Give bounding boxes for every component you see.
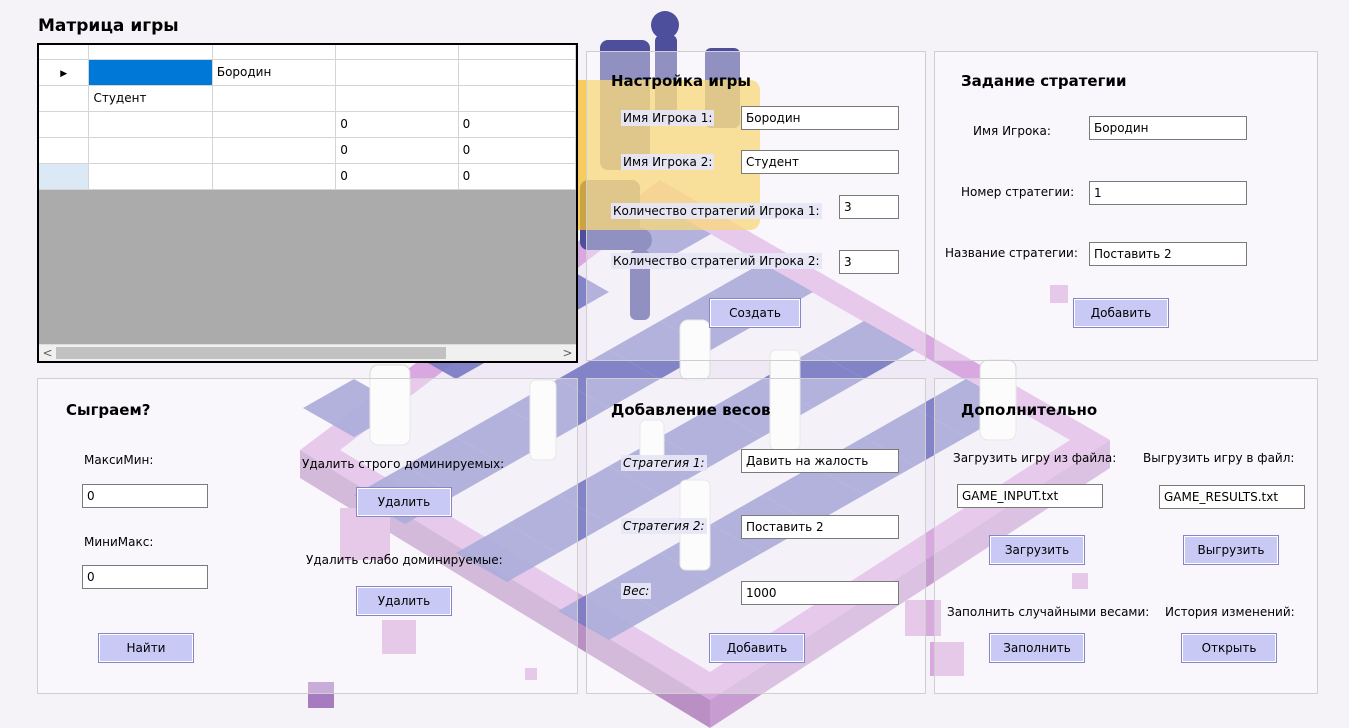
minimax-label: МиниМакс:: [84, 535, 154, 549]
strategy-title: Задание стратегии: [961, 72, 1127, 90]
column-header[interactable]: [458, 45, 576, 60]
table-cell[interactable]: [458, 85, 576, 112]
strategy1-input[interactable]: [741, 449, 899, 473]
strategy2-input[interactable]: [741, 515, 899, 539]
save-file-input[interactable]: [1159, 485, 1305, 509]
table-cell[interactable]: 0: [458, 163, 576, 190]
scroll-left-icon[interactable]: <: [39, 345, 56, 361]
table-row[interactable]: 0 0: [39, 137, 576, 164]
weights-title: Добавление весов: [611, 401, 771, 419]
column-header[interactable]: [88, 45, 213, 60]
history-open-button[interactable]: Открыть: [1181, 633, 1277, 663]
scroll-right-icon[interactable]: >: [559, 345, 576, 361]
table-cell[interactable]: [88, 137, 213, 164]
row-header[interactable]: [39, 163, 90, 190]
table-row[interactable]: Студент: [39, 85, 576, 112]
load-button[interactable]: Загрузить: [989, 535, 1085, 565]
strategy-name-input[interactable]: [1089, 242, 1247, 266]
column-header[interactable]: [212, 45, 337, 60]
table-row[interactable]: 0 0: [39, 111, 576, 138]
maximin-output[interactable]: [82, 484, 208, 508]
table-row[interactable]: ▶ Бородин: [39, 59, 576, 86]
play-title: Сыграем?: [66, 401, 151, 419]
find-button[interactable]: Найти: [98, 633, 194, 663]
row-pointer-icon: ▶: [60, 69, 68, 79]
matrix-table[interactable]: ▶ Бородин Студент 0 0 0 0 0 0: [39, 45, 576, 190]
table-cell[interactable]: Бородин: [212, 59, 337, 86]
matrix-header-row: [39, 45, 576, 60]
table-cell[interactable]: [212, 137, 337, 164]
strategy-number-label: Номер стратегии:: [961, 185, 1075, 199]
row-header[interactable]: ▶: [39, 59, 90, 86]
player2-label: Имя Игрока 2:: [621, 154, 715, 170]
fill-random-label: Заполнить случайными весами:: [947, 605, 1150, 619]
strategies2-input[interactable]: [839, 250, 899, 274]
row-header[interactable]: [39, 111, 90, 138]
play-panel: Сыграем? МаксиМин: МиниМакс: Найти Удали…: [37, 378, 578, 694]
table-cell[interactable]: [212, 85, 337, 112]
strategy-name-label: Название стратегии:: [945, 246, 1078, 260]
table-cell[interactable]: 0: [458, 111, 576, 138]
table-cell[interactable]: 0: [335, 111, 459, 138]
strategies1-input[interactable]: [839, 195, 899, 219]
save-button[interactable]: Выгрузить: [1183, 535, 1279, 565]
weak-dominated-label: Удалить слабо доминируемые:: [306, 553, 503, 567]
weight-input[interactable]: [741, 581, 899, 605]
strategy-player-label: Имя Игрока:: [973, 124, 1051, 138]
load-file-label: Загрузить игру из файла:: [953, 451, 1117, 465]
table-cell[interactable]: [212, 163, 337, 190]
table-cell[interactable]: [88, 59, 213, 86]
player1-name-input[interactable]: [741, 106, 899, 130]
corner-header-cell[interactable]: [39, 45, 90, 60]
fill-button[interactable]: Заполнить: [989, 633, 1085, 663]
horizontal-scrollbar[interactable]: < >: [39, 344, 576, 361]
game-setup-title: Настройка игры: [611, 72, 751, 90]
table-cell[interactable]: [88, 163, 213, 190]
weights-panel: Добавление весов Стратегия 1: Стратегия …: [586, 378, 926, 694]
row-header[interactable]: [39, 137, 90, 164]
history-label: История изменений:: [1165, 605, 1295, 619]
table-cell[interactable]: 0: [335, 137, 459, 164]
maximin-label: МаксиМин:: [84, 453, 154, 467]
column-header[interactable]: [335, 45, 459, 60]
delete-strict-button[interactable]: Удалить: [356, 487, 452, 517]
weights-add-button[interactable]: Добавить: [709, 633, 805, 663]
weight-label: Вес:: [621, 583, 652, 599]
table-cell[interactable]: 0: [458, 137, 576, 164]
game-setup-panel: Настройка игры Имя Игрока 1: Имя Игрока …: [586, 51, 926, 361]
strategies1-label: Количество стратегий Игрока 1:: [611, 203, 822, 219]
strategy1-label: Стратегия 1:: [621, 455, 707, 471]
game-matrix-title: Матрица игры: [38, 16, 179, 36]
player2-name-input[interactable]: [741, 150, 899, 174]
player1-label: Имя Игрока 1:: [621, 110, 715, 126]
table-cell[interactable]: [335, 85, 459, 112]
table-row[interactable]: 0 0: [39, 163, 576, 190]
delete-weak-button[interactable]: Удалить: [356, 586, 452, 616]
table-cell[interactable]: [335, 59, 459, 86]
create-button[interactable]: Создать: [709, 298, 801, 328]
extra-panel: Дополнительно Загрузить игру из файла: З…: [934, 378, 1318, 694]
table-cell[interactable]: [88, 111, 213, 138]
strategy2-label: Стратегия 2:: [621, 518, 707, 534]
strategy-player-input[interactable]: [1089, 116, 1247, 140]
save-file-label: Выгрузить игру в файл:: [1143, 451, 1295, 465]
table-cell[interactable]: Студент: [88, 85, 213, 112]
extra-title: Дополнительно: [961, 401, 1098, 419]
minimax-output[interactable]: [82, 565, 208, 589]
strategy-panel: Задание стратегии Имя Игрока: Номер стра…: [934, 51, 1318, 361]
table-cell[interactable]: [212, 111, 337, 138]
row-header[interactable]: [39, 85, 90, 112]
load-file-input[interactable]: [957, 484, 1103, 508]
strategy-number-input[interactable]: [1089, 181, 1247, 205]
table-cell[interactable]: 0: [335, 163, 459, 190]
scrollbar-thumb[interactable]: [56, 347, 446, 359]
strategies2-label: Количество стратегий Игрока 2:: [611, 253, 822, 269]
table-cell[interactable]: [458, 59, 576, 86]
strict-dominated-label: Удалить строго доминируемых:: [302, 457, 505, 471]
game-matrix-grid[interactable]: ▶ Бородин Студент 0 0 0 0 0 0 < >: [37, 43, 578, 363]
strategy-add-button[interactable]: Добавить: [1073, 298, 1169, 328]
